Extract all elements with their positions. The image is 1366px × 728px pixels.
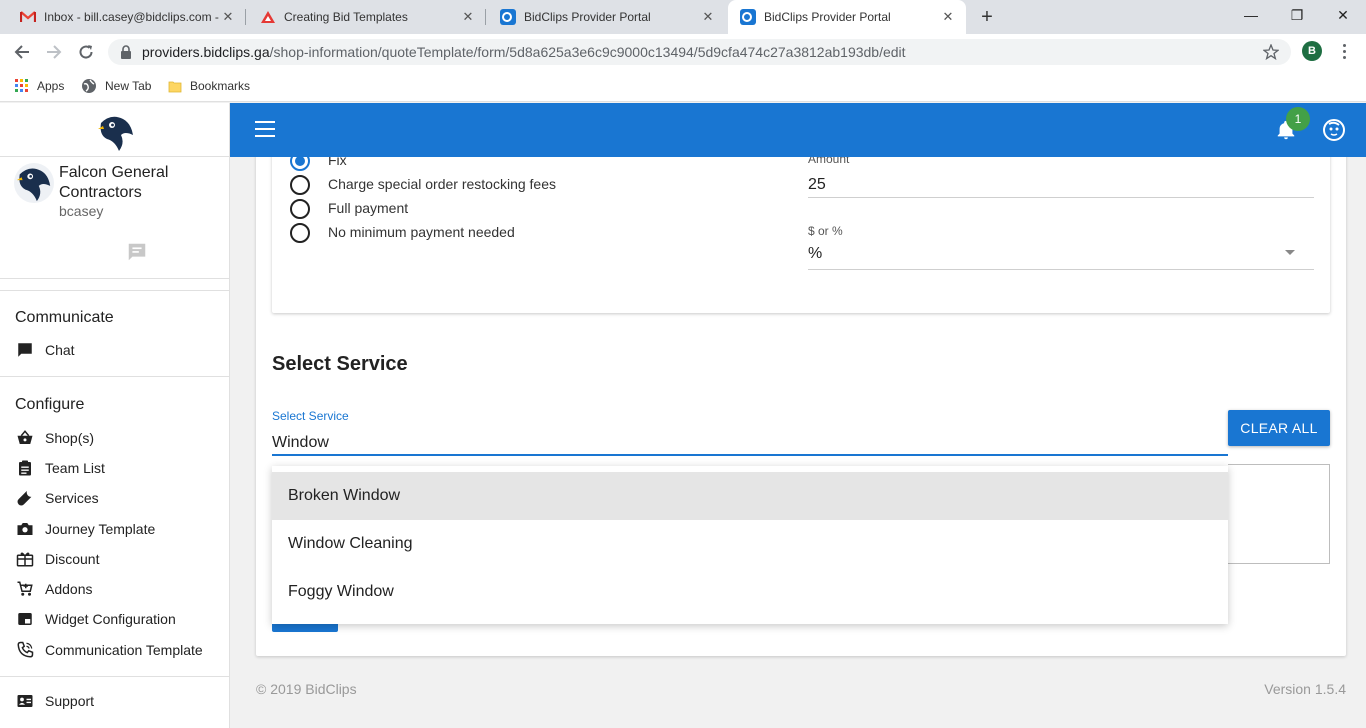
bidclips-logo	[95, 111, 137, 153]
sidebar-item-widget-configuration[interactable]: Widget Configuration	[15, 607, 225, 631]
select-service-title: Select Service	[272, 353, 408, 375]
basket-icon	[15, 428, 35, 448]
sidebar-item-shops[interactable]: Shop(s)	[15, 426, 225, 450]
main-content: Fix Charge special order restocking fees…	[230, 157, 1366, 728]
org-chat-icon[interactable]	[126, 241, 148, 263]
bidclips-icon	[740, 9, 756, 25]
sidebar-divider	[0, 376, 230, 377]
chat-icon	[15, 340, 35, 360]
selected-services-box	[1228, 464, 1330, 564]
forward-icon[interactable]	[43, 41, 65, 63]
bookmark-folder[interactable]: Bookmarks	[168, 77, 250, 95]
radio-restocking-fees[interactable]	[290, 175, 310, 195]
sidebar-item-chat[interactable]: Chat	[15, 338, 225, 362]
close-tab-icon[interactable]: ✕	[460, 9, 476, 25]
close-tab-icon[interactable]: ✕	[220, 9, 236, 25]
sidebar-divider	[0, 278, 230, 279]
sidebar-divider	[0, 290, 230, 291]
sidebar-divider	[0, 676, 230, 677]
unit-underline	[808, 269, 1314, 270]
org-name: Falcon General Contractors	[59, 164, 169, 201]
camera-icon	[15, 519, 35, 539]
bookmark-new-tab[interactable]: New Tab	[81, 77, 151, 95]
reload-icon[interactable]	[75, 41, 97, 63]
bookmarks-bar: Apps New Tab Bookmarks	[0, 70, 1366, 102]
globe-icon	[81, 78, 97, 94]
close-window-button[interactable]: ✕	[1320, 0, 1366, 30]
amount-label: Amount	[808, 157, 850, 166]
widget-icon	[15, 609, 35, 629]
bidclips-icon	[500, 9, 516, 25]
service-suggestions-dropdown: Broken Window Window Cleaning Foggy Wind…	[272, 466, 1228, 624]
suggestion-window-cleaning[interactable]: Window Cleaning	[272, 520, 1228, 568]
clipboard-icon	[15, 458, 35, 478]
sidebar-item-support[interactable]: Support	[15, 689, 225, 713]
phone-icon	[15, 640, 35, 660]
profile-avatar[interactable]: B	[1302, 41, 1322, 61]
lock-icon	[120, 45, 134, 59]
select-service-input[interactable]	[272, 432, 1228, 456]
section-configure: Configure	[15, 396, 85, 413]
unit-label: $ or %	[808, 224, 843, 238]
template-site-icon	[260, 9, 276, 25]
contact-card-icon	[15, 691, 35, 711]
maximize-button[interactable]: ❐	[1274, 0, 1320, 30]
radio-full-payment[interactable]	[290, 199, 310, 219]
suggestion-foggy-window[interactable]: Foggy Window	[272, 568, 1228, 616]
radio-label-no-minimum: No minimum payment needed	[328, 224, 515, 240]
url-field[interactable]: providers.bidclips.ga/shop-information/q…	[108, 39, 1291, 65]
browser-tab-portal-active[interactable]: BidClips Provider Portal ✕	[728, 0, 966, 34]
org-avatar	[14, 163, 54, 203]
close-tab-icon[interactable]: ✕	[940, 9, 956, 25]
star-icon[interactable]	[1262, 43, 1280, 61]
browser-tab-bar: Inbox - bill.casey@bidclips.com - ✕ Crea…	[0, 0, 1366, 34]
suggestion-broken-window[interactable]: Broken Window	[272, 472, 1228, 520]
account-icon[interactable]	[1322, 118, 1346, 142]
browser-tab-gmail[interactable]: Inbox - bill.casey@bidclips.com - ✕	[8, 0, 246, 34]
footer-copyright: © 2019 BidClips	[256, 681, 357, 697]
url-path: /shop-information/quoteTemplate/form/5d8…	[269, 44, 906, 60]
amount-field[interactable]: 25	[808, 176, 826, 194]
sidebar-item-discount[interactable]: Discount	[15, 547, 225, 571]
menu-icon[interactable]	[255, 121, 275, 137]
section-communicate: Communicate	[15, 309, 114, 326]
folder-icon	[168, 79, 182, 93]
address-bar: providers.bidclips.ga/shop-information/q…	[0, 34, 1366, 70]
chevron-down-icon[interactable]	[1285, 250, 1295, 255]
browser-tab-portal[interactable]: BidClips Provider Portal ✕	[488, 0, 726, 34]
unit-select[interactable]: %	[808, 245, 822, 263]
browser-tab-templates[interactable]: Creating Bid Templates ✕	[248, 0, 486, 34]
radio-label-fix: Fix	[328, 157, 347, 168]
radio-no-minimum[interactable]	[290, 223, 310, 243]
cart-add-icon	[15, 579, 35, 599]
gift-icon	[15, 549, 35, 569]
radio-label-full-payment: Full payment	[328, 200, 409, 216]
sidebar-divider	[0, 156, 230, 157]
sidebar-item-services[interactable]: Services	[15, 486, 225, 510]
username: bcasey	[59, 203, 104, 219]
back-icon[interactable]	[11, 41, 33, 63]
select-service-label: Select Service	[272, 409, 349, 423]
notification-badge: 1	[1286, 107, 1310, 131]
sidebar-item-journey-template[interactable]: Journey Template	[15, 517, 225, 541]
url-host: providers.bidclips.ga	[142, 44, 270, 60]
clear-all-button[interactable]: CLEAR ALL	[1228, 410, 1330, 446]
sidebar-item-team-list[interactable]: Team List	[15, 456, 225, 480]
radio-label-restocking-fees: Charge special order restocking fees	[328, 176, 557, 192]
amount-underline	[808, 197, 1314, 198]
sidebar: Falcon General Contractors bcasey Commun…	[0, 103, 230, 728]
gmail-icon	[20, 9, 36, 25]
app-header: 1	[230, 103, 1366, 157]
browser-menu-icon[interactable]	[1339, 42, 1349, 60]
apps-grid-icon	[15, 79, 29, 93]
footer-version: Version 1.5.4	[1264, 681, 1346, 697]
close-tab-icon[interactable]: ✕	[700, 9, 716, 25]
bookmark-apps[interactable]: Apps	[15, 77, 64, 95]
sidebar-item-communication-template[interactable]: Communication Template	[15, 638, 225, 662]
sidebar-item-addons[interactable]: Addons	[15, 577, 225, 601]
minimize-button[interactable]: —	[1228, 0, 1274, 30]
new-tab-button[interactable]: +	[976, 5, 998, 29]
wrench-icon	[15, 488, 35, 508]
